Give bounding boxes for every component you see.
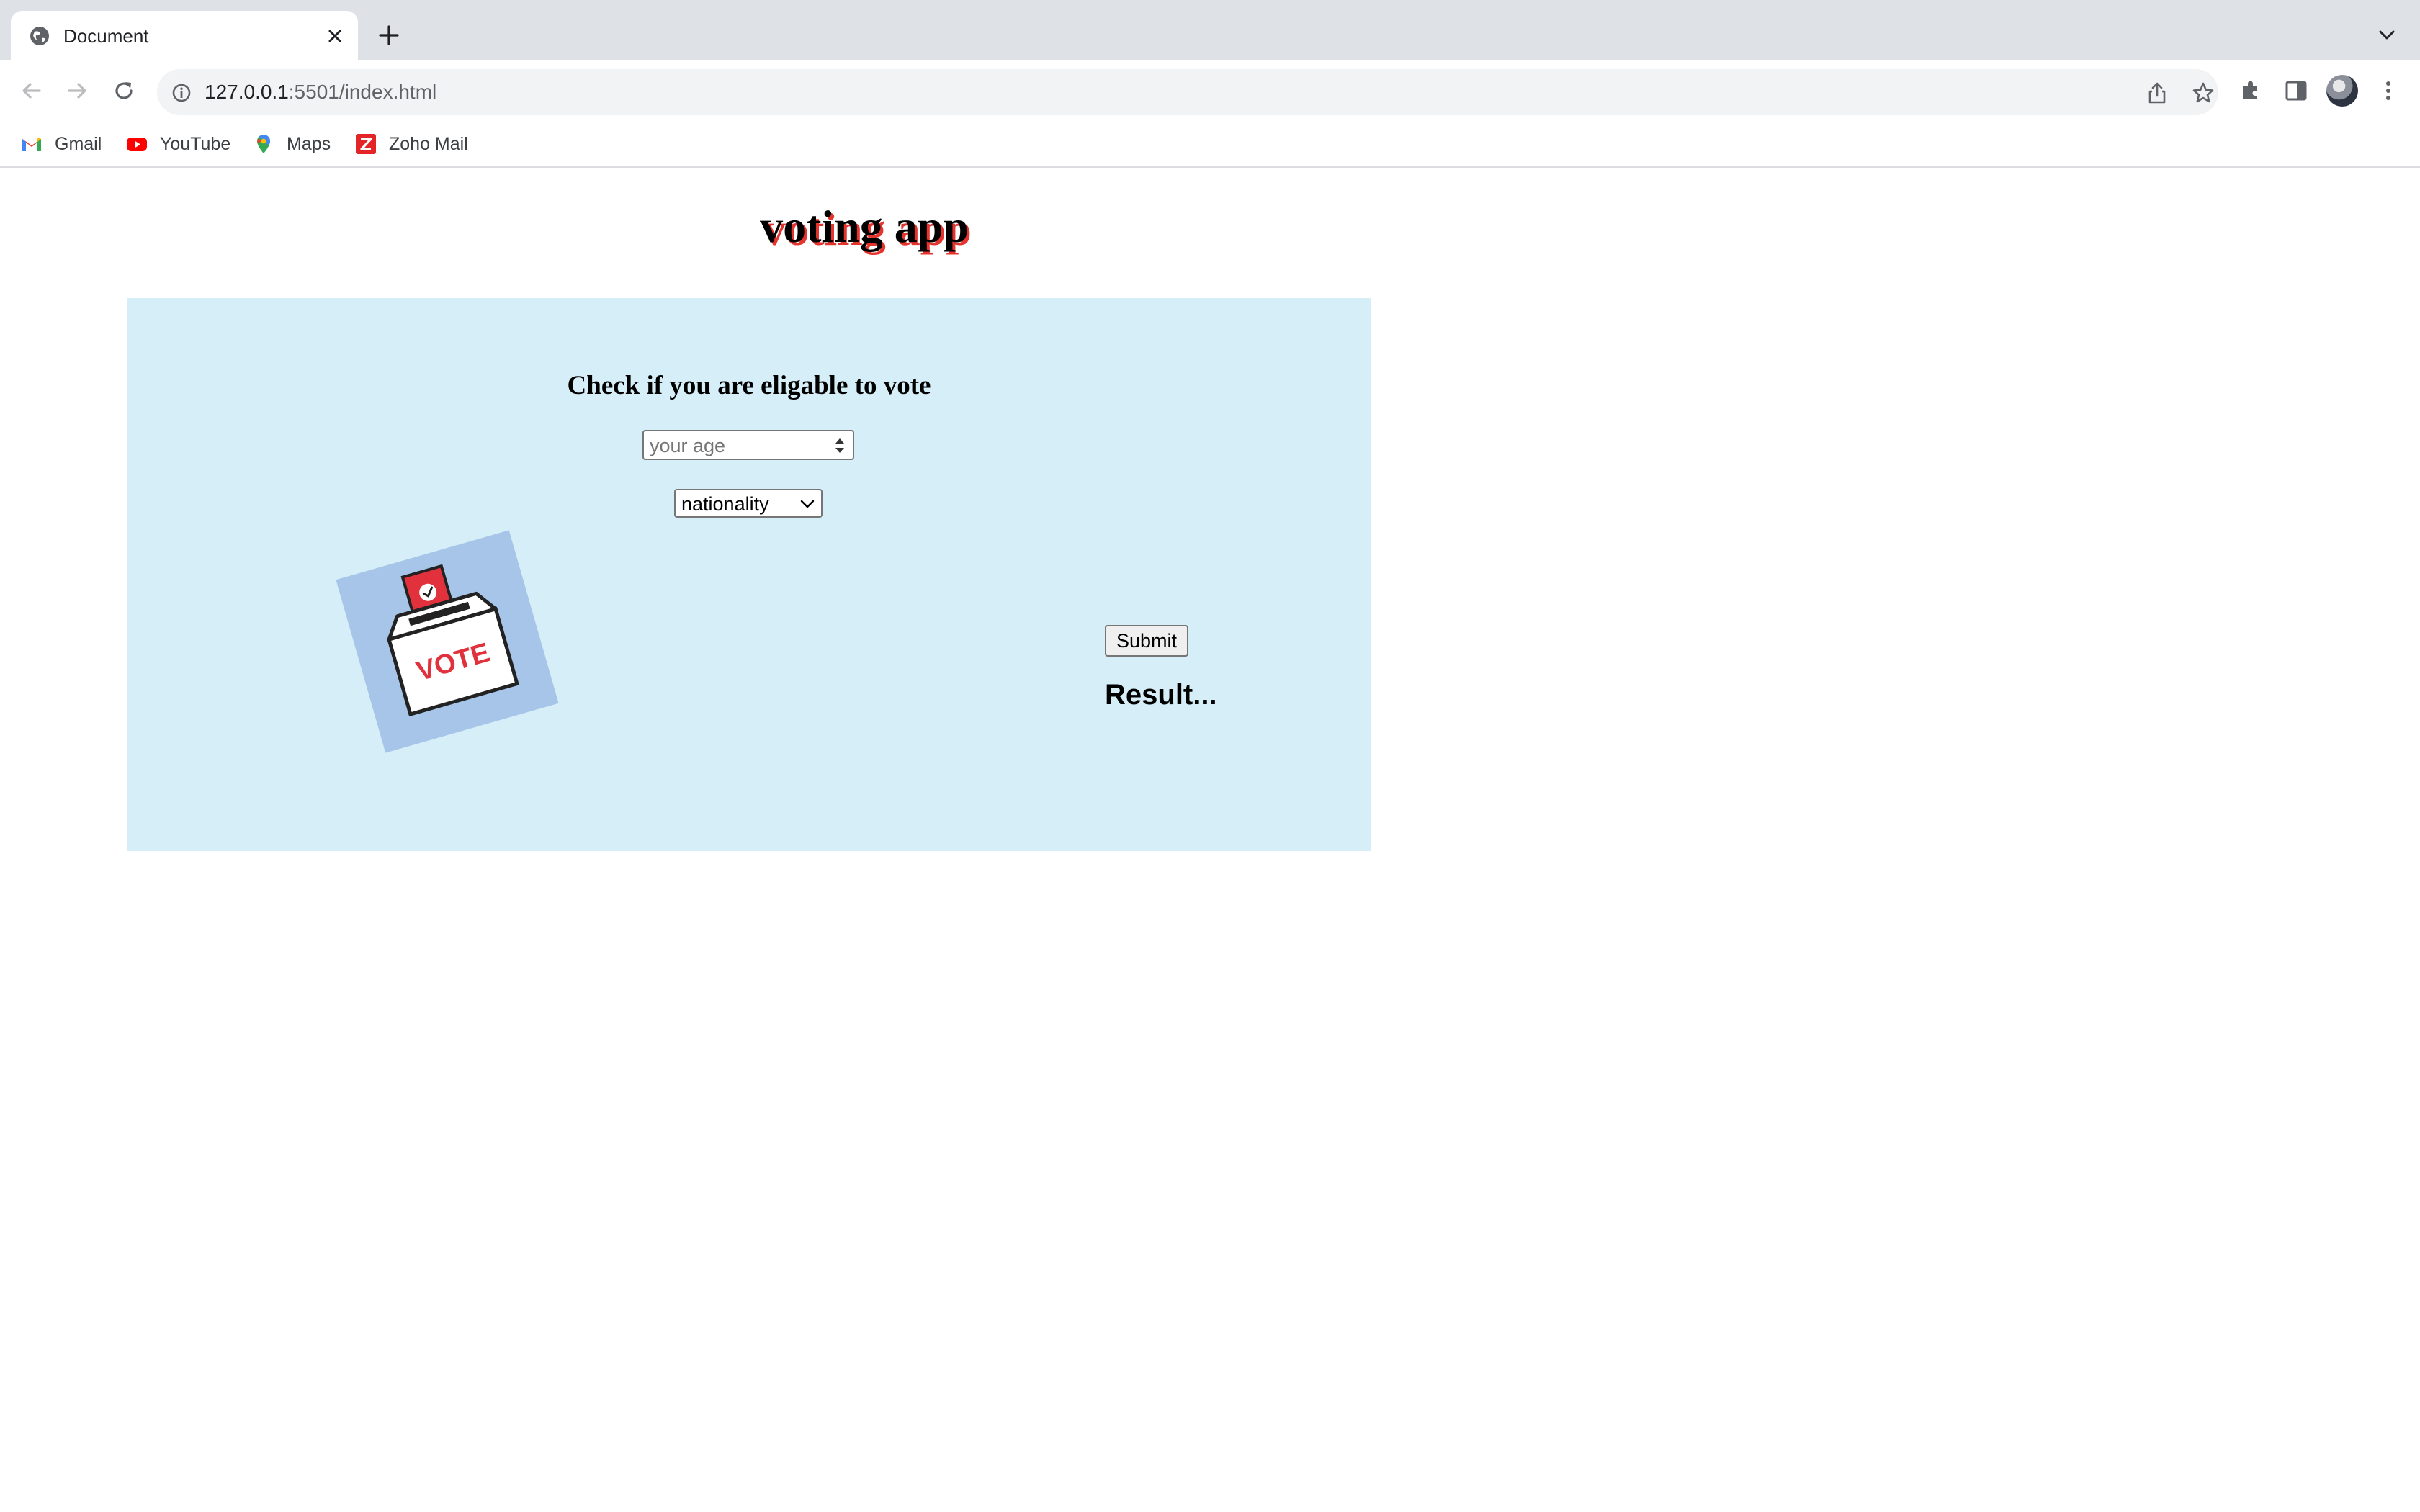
bookmark-star-icon[interactable] (2191, 81, 2215, 105)
nationality-select[interactable]: nationality (674, 489, 823, 518)
address-bar[interactable]: 127.0.0.1:5501/index.html (157, 69, 2218, 115)
age-placeholder: your age (650, 435, 726, 456)
submit-button[interactable]: Submit (1105, 625, 1188, 657)
share-icon[interactable] (2145, 81, 2169, 105)
forward-arrow-icon[interactable] (61, 75, 93, 107)
nationality-selected-value: nationality (681, 493, 769, 515)
eligibility-panel: Check if you are eligable to vote your a… (127, 298, 1371, 851)
bookmark-maps[interactable]: Maps (252, 130, 331, 158)
maps-icon (257, 135, 270, 153)
info-icon[interactable] (170, 81, 193, 104)
bookmark-youtube[interactable]: YouTube (125, 130, 230, 158)
zoho-mail-icon (356, 134, 376, 154)
bookmark-zoho-mail[interactable]: Zoho Mail (354, 130, 468, 158)
tab-strip: Document (0, 0, 2420, 60)
eligibility-heading: Check if you are eligable to vote (567, 371, 931, 400)
tab-title: Document (63, 25, 149, 47)
extensions-icon[interactable] (2234, 75, 2266, 107)
more-menu-icon[interactable] (2372, 75, 2404, 107)
url-text: 127.0.0.1:5501/index.html (205, 81, 437, 103)
ballot-box-illustration: VOTE (336, 530, 559, 753)
globe-icon (30, 27, 49, 45)
bookmarks-bar: Gmail YouTube Maps Zoho Mail (0, 121, 2420, 168)
new-tab-icon[interactable] (376, 22, 402, 48)
browser-toolbar: 127.0.0.1:5501/index.html (0, 60, 2420, 121)
result-text: Result... (1105, 679, 1217, 711)
gmail-icon (22, 138, 41, 151)
page-title: voting app (760, 201, 969, 252)
close-icon[interactable] (323, 24, 346, 48)
reload-icon[interactable] (108, 75, 140, 107)
tab-document[interactable]: Document (11, 11, 358, 60)
profile-avatar[interactable] (2326, 75, 2358, 107)
bookmark-gmail[interactable]: Gmail (20, 130, 102, 158)
side-panel-icon[interactable] (2280, 75, 2312, 107)
number-spinner-icon[interactable] (833, 435, 847, 456)
youtube-icon (127, 138, 147, 151)
chevron-down-icon (800, 500, 815, 508)
back-arrow-icon[interactable] (16, 75, 48, 107)
chevron-down-icon[interactable] (2375, 22, 2399, 47)
age-input[interactable]: your age (642, 430, 854, 460)
